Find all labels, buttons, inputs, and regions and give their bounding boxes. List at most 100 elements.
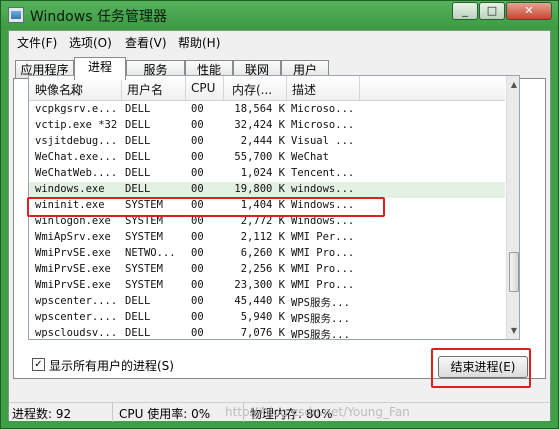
cell-memory: 2,256 K xyxy=(240,263,285,275)
table-row[interactable]: WmiPrvSE.exe NETWO... 00 6,260 K WMI Pro... xyxy=(29,246,505,262)
cell-description: windows... xyxy=(291,183,355,195)
cell-user-name: DELL xyxy=(125,119,151,131)
status-cpu-usage: CPU 使用率: 0% xyxy=(119,407,211,421)
cell-cpu: 00 xyxy=(191,135,204,147)
cell-user-name: DELL xyxy=(125,183,151,195)
column-divider[interactable] xyxy=(286,76,287,101)
cell-description: Visual ... xyxy=(291,135,355,147)
status-bar: 进程数: 92 CPU 使用率: 0% 物理内存: 80% http://blo… xyxy=(9,402,550,422)
cell-memory: 1,024 K xyxy=(240,167,285,179)
table-row[interactable]: wpscenter.... DELL 00 45,440 K WPS服务... xyxy=(29,294,505,310)
col-cpu[interactable]: CPU xyxy=(191,81,215,95)
cell-description: WMI Pro... xyxy=(291,263,355,275)
status-process-count: 进程数: 92 xyxy=(12,407,72,421)
cell-description: WeChat xyxy=(291,151,329,163)
scroll-thumb[interactable] xyxy=(509,252,519,292)
cell-image-name: wpscenter.... xyxy=(35,311,118,323)
checkbox-label[interactable]: 显示所有用户的进程(S) xyxy=(49,357,174,374)
tab-processes[interactable]: 进程 xyxy=(74,57,126,80)
cell-user-name: SYSTEM xyxy=(125,263,163,275)
table-row[interactable]: vcpkgsrv.e... DELL 00 18,564 K Microso... xyxy=(29,102,505,118)
cell-cpu: 00 xyxy=(191,311,204,323)
cell-cpu: 00 xyxy=(191,295,204,307)
column-divider[interactable] xyxy=(223,76,224,101)
cell-user-name: DELL xyxy=(125,167,151,179)
cell-description: WPS服务... xyxy=(291,329,350,340)
cell-description: Microso... xyxy=(291,119,355,131)
title-bar[interactable]: Windows 任务管理器 _ □ ✕ xyxy=(1,1,558,29)
cell-user-name: SYSTEM xyxy=(125,279,163,291)
scroll-up-icon[interactable]: ▲ xyxy=(507,78,519,92)
menu-options[interactable]: 选项(O) xyxy=(69,34,112,51)
cell-user-name: DELL xyxy=(125,135,151,147)
maximize-button[interactable]: □ xyxy=(479,2,505,20)
cell-image-name: WmiPrvSE.exe xyxy=(35,247,111,259)
cell-image-name: WeChatWeb.... xyxy=(35,167,118,179)
menu-help[interactable]: 帮助(H) xyxy=(178,34,220,51)
menu-file[interactable]: 文件(F) xyxy=(17,34,57,51)
table-row[interactable]: WeChatWeb.... DELL 00 1,024 K Tencent... xyxy=(29,166,505,182)
checkbox-check-icon[interactable]: ✓ xyxy=(32,358,45,371)
column-divider[interactable] xyxy=(359,76,360,101)
cell-memory: 5,940 K xyxy=(240,311,285,323)
cell-cpu: 00 xyxy=(191,263,204,275)
table-row[interactable]: WmiPrvSE.exe SYSTEM 00 23,300 K WMI Pro... xyxy=(29,278,505,294)
cell-memory: 23,300 K xyxy=(234,279,285,291)
cell-image-name: vctip.exe *32 xyxy=(35,119,118,131)
cell-cpu: 00 xyxy=(191,327,204,339)
table-row[interactable]: vctip.exe *32 DELL 00 32,424 K Microso... xyxy=(29,118,505,134)
cell-cpu: 00 xyxy=(191,231,204,243)
cell-cpu: 00 xyxy=(191,247,204,259)
table-row[interactable]: WmiPrvSE.exe SYSTEM 00 2,256 K WMI Pro... xyxy=(29,262,505,278)
col-image-name[interactable]: 映像名称 xyxy=(35,81,83,98)
cell-user-name: NETWO... xyxy=(125,247,176,259)
cell-description: WMI Pro... xyxy=(291,247,355,259)
cell-image-name: WeChat.exe... xyxy=(35,151,118,163)
highlight-box-selected-row xyxy=(27,197,385,217)
cell-description: Tencent... xyxy=(291,167,355,179)
cell-user-name: SYSTEM xyxy=(125,231,163,243)
cell-description: WMI Pro... xyxy=(291,279,355,291)
cell-cpu: 00 xyxy=(191,119,204,131)
cell-image-name: WmiApSrv.exe xyxy=(35,231,111,243)
cell-image-name: wpscloudsv... xyxy=(35,327,118,339)
cell-user-name: DELL xyxy=(125,103,151,115)
cell-memory: 18,564 K xyxy=(234,103,285,115)
task-manager-window: Windows 任务管理器 _ □ ✕ 文件(F) 选项(O) 查看(V) 帮助… xyxy=(0,0,559,429)
task-manager-icon xyxy=(8,7,24,23)
col-memory[interactable]: 内存(... xyxy=(232,81,272,98)
menu-bar: 文件(F) 选项(O) 查看(V) 帮助(H) xyxy=(9,31,550,51)
minimize-button[interactable]: _ xyxy=(452,2,478,20)
vertical-scrollbar[interactable]: ▲ ▼ xyxy=(506,76,519,339)
col-user-name[interactable]: 用户名 xyxy=(127,81,163,98)
cell-user-name: DELL xyxy=(125,151,151,163)
cell-image-name: WmiPrvSE.exe xyxy=(35,279,111,291)
column-divider[interactable] xyxy=(185,76,186,101)
table-row[interactable]: wpscenter.... DELL 00 5,940 K WPS服务... xyxy=(29,310,505,326)
table-row[interactable]: wpscloudsv... DELL 00 7,076 K WPS服务... xyxy=(29,326,505,340)
window-title: Windows 任务管理器 xyxy=(30,9,167,25)
col-description[interactable]: 描述 xyxy=(292,81,316,98)
cell-cpu: 00 xyxy=(191,151,204,163)
scroll-down-icon[interactable]: ▼ xyxy=(507,324,519,338)
cell-user-name: DELL xyxy=(125,327,151,339)
close-button[interactable]: ✕ xyxy=(506,2,552,20)
cell-memory: 45,440 K xyxy=(234,295,285,307)
table-row[interactable]: WeChat.exe... DELL 00 55,700 K WeChat xyxy=(29,150,505,166)
table-row[interactable]: WmiApSrv.exe SYSTEM 00 2,112 K WMI Per... xyxy=(29,230,505,246)
cell-cpu: 00 xyxy=(191,279,204,291)
cell-memory: 2,444 K xyxy=(240,135,285,147)
cell-memory: 19,800 K xyxy=(234,183,285,195)
status-divider xyxy=(112,403,113,422)
cell-cpu: 00 xyxy=(191,183,204,195)
cell-memory: 6,260 K xyxy=(240,247,285,259)
cell-memory: 55,700 K xyxy=(234,151,285,163)
menu-view[interactable]: 查看(V) xyxy=(125,34,167,51)
table-row[interactable]: vsjitdebug... DELL 00 2,444 K Visual ... xyxy=(29,134,505,150)
cell-image-name: wpscenter.... xyxy=(35,295,118,307)
watermark: http://blog.csdn.net/Young_Fan xyxy=(225,405,410,419)
highlight-box-end-button xyxy=(431,348,531,388)
cell-memory: 32,424 K xyxy=(234,119,285,131)
cell-cpu: 00 xyxy=(191,103,204,115)
table-row[interactable]: windows.exe DELL 00 19,800 K windows... xyxy=(29,182,505,198)
